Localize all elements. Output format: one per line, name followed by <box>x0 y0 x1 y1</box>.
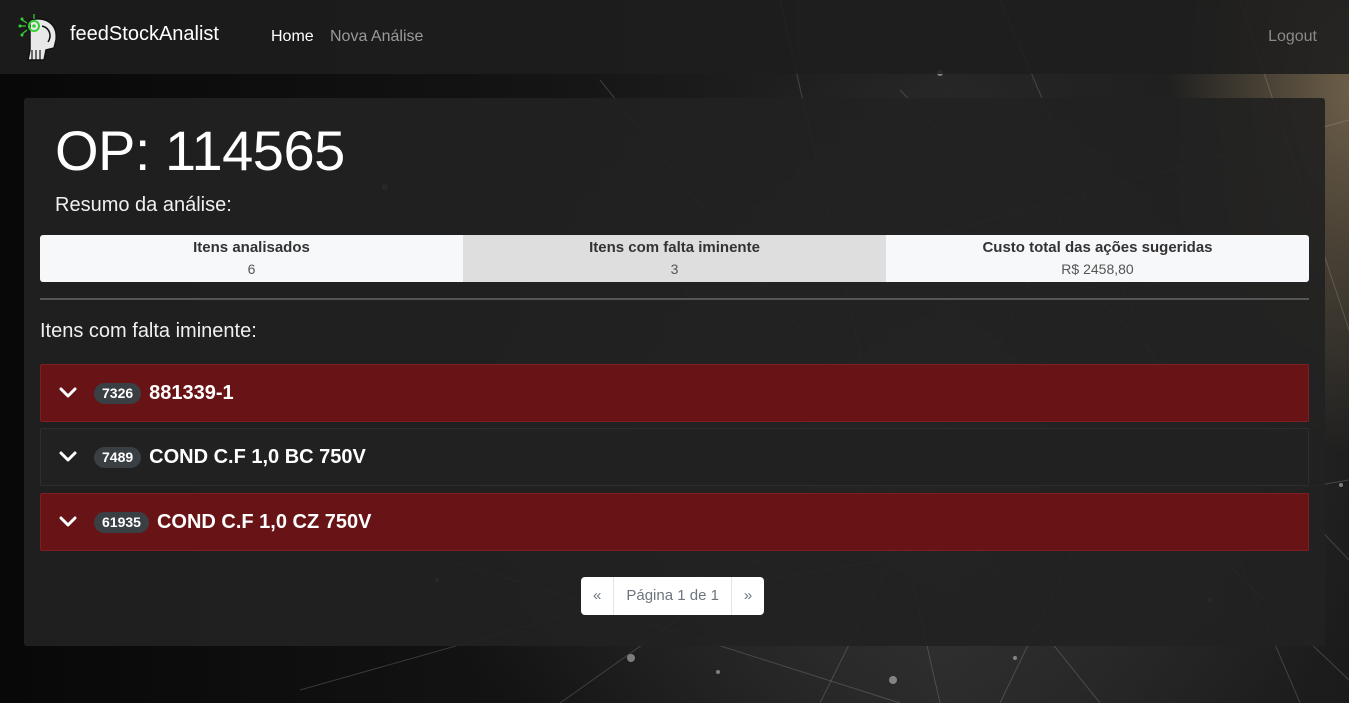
item-code-badge: 7326 <box>94 382 142 404</box>
summary-value: 6 <box>247 261 256 277</box>
faltas-label: Itens com falta iminente: <box>40 320 257 342</box>
item-row[interactable]: 7326 881339-1 <box>40 364 1309 422</box>
brand[interactable]: feedStockAnalist <box>16 14 219 62</box>
page-title: OP: 114565 <box>55 119 345 182</box>
summary-value: R$ 2458,80 <box>1061 261 1134 277</box>
item-name: COND C.F 1,0 BC 750V <box>149 445 366 468</box>
analysis-card: OP: 114565 Resumo da análise: Itens anal… <box>24 98 1325 646</box>
item-code-badge: 61935 <box>94 511 149 533</box>
summary-label: Itens analisados <box>193 239 310 256</box>
nav-nova-analise-link[interactable]: Nova Análise <box>330 28 423 46</box>
robot-head-logo-icon <box>18 14 57 61</box>
chevron-down-icon[interactable] <box>58 515 78 529</box>
summary-table: Itens analisados 6 Itens com falta imine… <box>40 235 1309 282</box>
nav-home-link[interactable]: Home <box>271 28 314 46</box>
divider <box>40 298 1309 300</box>
pagination-prev-button[interactable]: « <box>581 577 615 615</box>
top-navbar: feedStockAnalist Home Nova Análise Logou… <box>0 0 1349 74</box>
item-code-badge: 7489 <box>94 446 142 468</box>
item-name: COND C.F 1,0 CZ 750V <box>156 510 372 533</box>
chevron-down-icon[interactable] <box>58 450 78 464</box>
summary-custo-total: Custo total das ações sugeridas R$ 2458,… <box>886 235 1309 282</box>
item-row[interactable]: 61935 COND C.F 1,0 CZ 750V <box>40 493 1309 551</box>
item-name: 881339-1 <box>149 381 234 404</box>
chevron-down-icon[interactable] <box>58 386 78 400</box>
summary-itens-analisados: Itens analisados 6 <box>40 235 463 282</box>
summary-label: Itens com falta iminente <box>589 239 760 256</box>
pagination-page-indicator: Página 1 de 1 <box>614 577 732 615</box>
summary-itens-falta: Itens com falta iminente 3 <box>463 235 886 282</box>
summary-value: 3 <box>670 261 679 277</box>
brand-name[interactable]: feedStockAnalist <box>70 23 219 46</box>
pagination-next-button[interactable]: » <box>732 577 764 615</box>
item-row[interactable]: 7489 COND C.F 1,0 BC 750V <box>40 428 1309 486</box>
pagination: « Página 1 de 1 » <box>581 577 765 615</box>
summary-label: Custo total das ações sugeridas <box>982 239 1213 256</box>
resumo-label: Resumo da análise: <box>55 194 232 216</box>
logout-link[interactable]: Logout <box>1268 28 1317 46</box>
